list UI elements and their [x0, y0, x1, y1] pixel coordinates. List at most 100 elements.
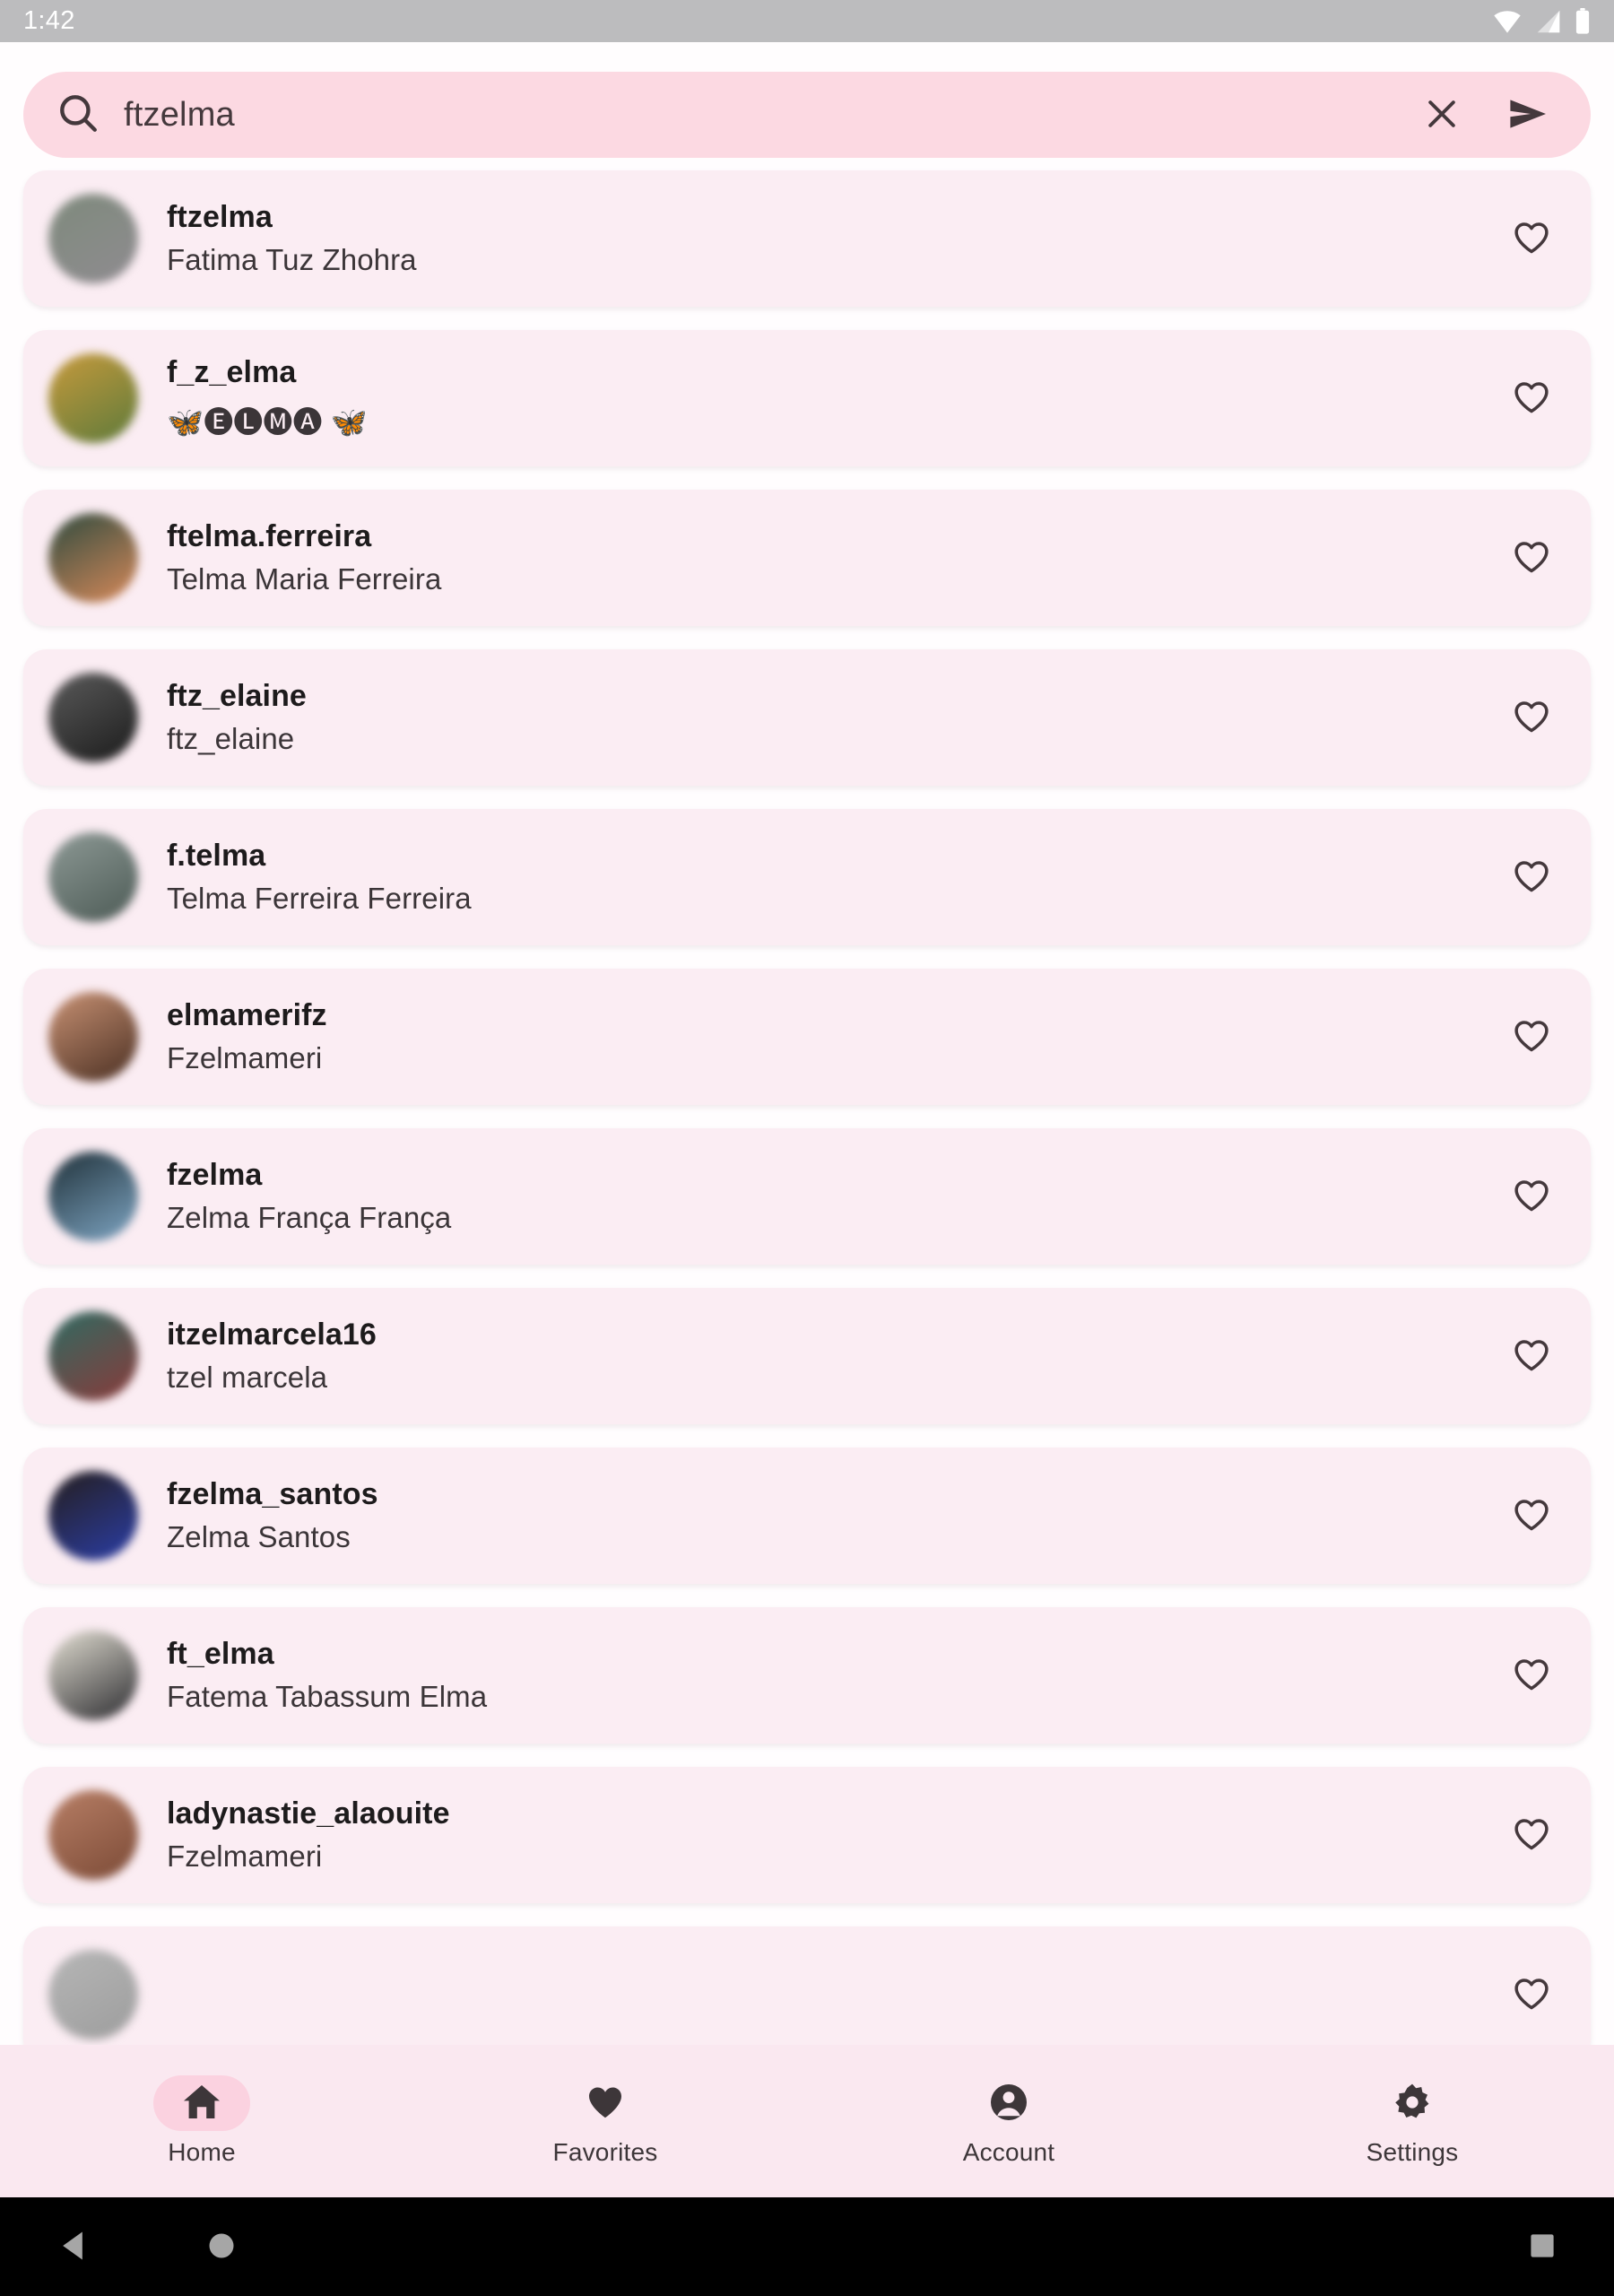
nav-icon-pill	[960, 2075, 1057, 2131]
favorite-button[interactable]	[1503, 1326, 1560, 1387]
search-section	[0, 42, 1614, 158]
status-bar-icons	[1492, 7, 1591, 35]
result-username: ft_elma	[167, 1637, 274, 1671]
result-text-block: ftzelma Fatima Tuz Zhohra	[167, 200, 1503, 277]
heart-icon	[585, 2082, 626, 2126]
system-recents-button[interactable]	[1530, 2233, 1555, 2261]
result-fullname: Fzelmameri	[167, 1041, 323, 1074]
avatar	[48, 513, 138, 603]
avatar	[48, 1311, 138, 1401]
back-triangle-icon	[59, 2231, 86, 2264]
result-text-block: ladynastie_alaouite Fzelmameri	[167, 1796, 1503, 1874]
result-text-block: f_z_elma 🦋🅔🅛🅜🅐 🦋	[167, 355, 1503, 441]
result-fullname: Fatema Tabassum Elma	[167, 1680, 488, 1713]
search-results-list[interactable]: ftzelma Fatima Tuz Zhohra f_z_elma 🦋🅔🅛🅜🅐 🦋 f…	[0, 158, 1614, 2045]
heart-outline-icon	[1512, 1016, 1551, 1058]
heart-outline-icon	[1512, 857, 1551, 899]
wifi-icon	[1492, 9, 1523, 34]
favorite-button[interactable]	[1503, 1805, 1560, 1866]
search-result-row[interactable]	[23, 1926, 1591, 2045]
result-username: itzelmarcela16	[167, 1318, 377, 1352]
favorite-button[interactable]	[1503, 528, 1560, 588]
heart-outline-icon	[1512, 537, 1551, 579]
nav-icon-pill	[1364, 2075, 1461, 2131]
result-text-block: elmamerifz Fzelmameri	[167, 998, 1503, 1075]
result-username: elmamerifz	[167, 998, 327, 1032]
search-bar[interactable]	[23, 72, 1591, 158]
result-username: ftzelma	[167, 200, 273, 234]
home-circle-icon	[208, 2232, 235, 2262]
favorite-button[interactable]	[1503, 1007, 1560, 1067]
result-username: f.telma	[167, 839, 266, 873]
gear-icon	[1391, 2081, 1434, 2126]
favorite-button[interactable]	[1503, 848, 1560, 908]
heart-outline-icon	[1512, 1655, 1551, 1697]
submit-search-button[interactable]	[1496, 92, 1560, 138]
status-bar-clock: 1:42	[23, 6, 75, 35]
search-result-row[interactable]: fzelma_santos Zelma Santos	[23, 1448, 1591, 1584]
result-username: fzelma_santos	[167, 1477, 378, 1511]
avatar	[48, 1471, 138, 1561]
android-status-bar: 1:42	[0, 0, 1614, 42]
recents-square-icon	[1530, 2233, 1555, 2261]
result-text-block: ftz_elaine ftz_elaine	[167, 679, 1503, 756]
nav-item-label: Account	[962, 2138, 1055, 2166]
home-icon	[180, 2081, 223, 2126]
favorite-button[interactable]	[1503, 1965, 1560, 2025]
result-username: ftelma.ferreira	[167, 519, 372, 553]
nav-item-settings[interactable]: Settings	[1210, 2045, 1614, 2197]
favorite-button[interactable]	[1503, 688, 1560, 748]
search-result-row[interactable]: ftzelma Fatima Tuz Zhohra	[23, 170, 1591, 307]
nav-item-label: Home	[168, 2138, 236, 2166]
heart-outline-icon	[1512, 1974, 1551, 2016]
search-icon	[56, 91, 100, 140]
clear-search-button[interactable]	[1411, 94, 1472, 136]
result-fullname: Fzelmameri	[167, 1839, 323, 1873]
system-home-button[interactable]	[208, 2232, 235, 2262]
avatar	[48, 194, 138, 283]
favorite-button[interactable]	[1503, 1486, 1560, 1546]
search-result-row[interactable]: elmamerifz Fzelmameri	[23, 969, 1591, 1105]
heart-outline-icon	[1512, 378, 1551, 420]
heart-outline-icon	[1512, 218, 1551, 260]
nav-icon-pill	[153, 2075, 250, 2131]
nav-item-label: Favorites	[552, 2138, 658, 2166]
result-text-block: f.telma Telma Ferreira Ferreira	[167, 839, 1503, 916]
avatar	[48, 1631, 138, 1720]
result-fullname: Fatima Tuz Zhohra	[167, 243, 417, 276]
system-back-button[interactable]	[59, 2231, 86, 2264]
search-result-row[interactable]: ft_elma Fatema Tabassum Elma	[23, 1607, 1591, 1744]
result-text-block: itzelmarcela16 tzel marcela	[167, 1318, 1503, 1395]
battery-icon	[1575, 7, 1591, 35]
app-root: 1:42 ftzelma ftzelma Fatima Tuz Zhohra f…	[0, 0, 1614, 2296]
heart-outline-icon	[1512, 697, 1551, 739]
favorite-button[interactable]	[1503, 209, 1560, 269]
favorite-button[interactable]	[1503, 369, 1560, 429]
result-fullname: ftz_elaine	[167, 722, 295, 755]
avatar	[48, 1152, 138, 1241]
search-input[interactable]	[124, 95, 1388, 135]
result-fullname: tzel marcela	[167, 1361, 328, 1394]
nav-item-favorites[interactable]: Favorites	[404, 2045, 807, 2197]
search-result-row[interactable]: f.telma Telma Ferreira Ferreira	[23, 809, 1591, 945]
heart-outline-icon	[1512, 1495, 1551, 1537]
result-text-block: fzelma Zelma França França	[167, 1158, 1503, 1235]
search-result-row[interactable]: f_z_elma 🦋🅔🅛🅜🅐 🦋	[23, 330, 1591, 466]
heart-outline-icon	[1512, 1814, 1551, 1857]
nav-item-home[interactable]: Home	[0, 2045, 404, 2197]
result-fullname: Telma Maria Ferreira	[167, 562, 442, 596]
nav-item-account[interactable]: Account	[807, 2045, 1210, 2197]
result-text-block: ftelma.ferreira Telma Maria Ferreira	[167, 519, 1503, 596]
nav-icon-pill	[557, 2075, 654, 2131]
search-result-row[interactable]: ftz_elaine ftz_elaine	[23, 649, 1591, 786]
favorite-button[interactable]	[1503, 1646, 1560, 1706]
favorite-button[interactable]	[1503, 1167, 1560, 1227]
send-icon	[1506, 92, 1549, 138]
search-result-row[interactable]: ftelma.ferreira Telma Maria Ferreira	[23, 490, 1591, 626]
result-username: ftz_elaine	[167, 679, 307, 713]
search-result-row[interactable]: ladynastie_alaouite Fzelmameri	[23, 1767, 1591, 1903]
result-username: ladynastie_alaouite	[167, 1796, 450, 1831]
avatar	[48, 992, 138, 1082]
search-result-row[interactable]: fzelma Zelma França França	[23, 1128, 1591, 1265]
search-result-row[interactable]: itzelmarcela16 tzel marcela	[23, 1288, 1591, 1424]
